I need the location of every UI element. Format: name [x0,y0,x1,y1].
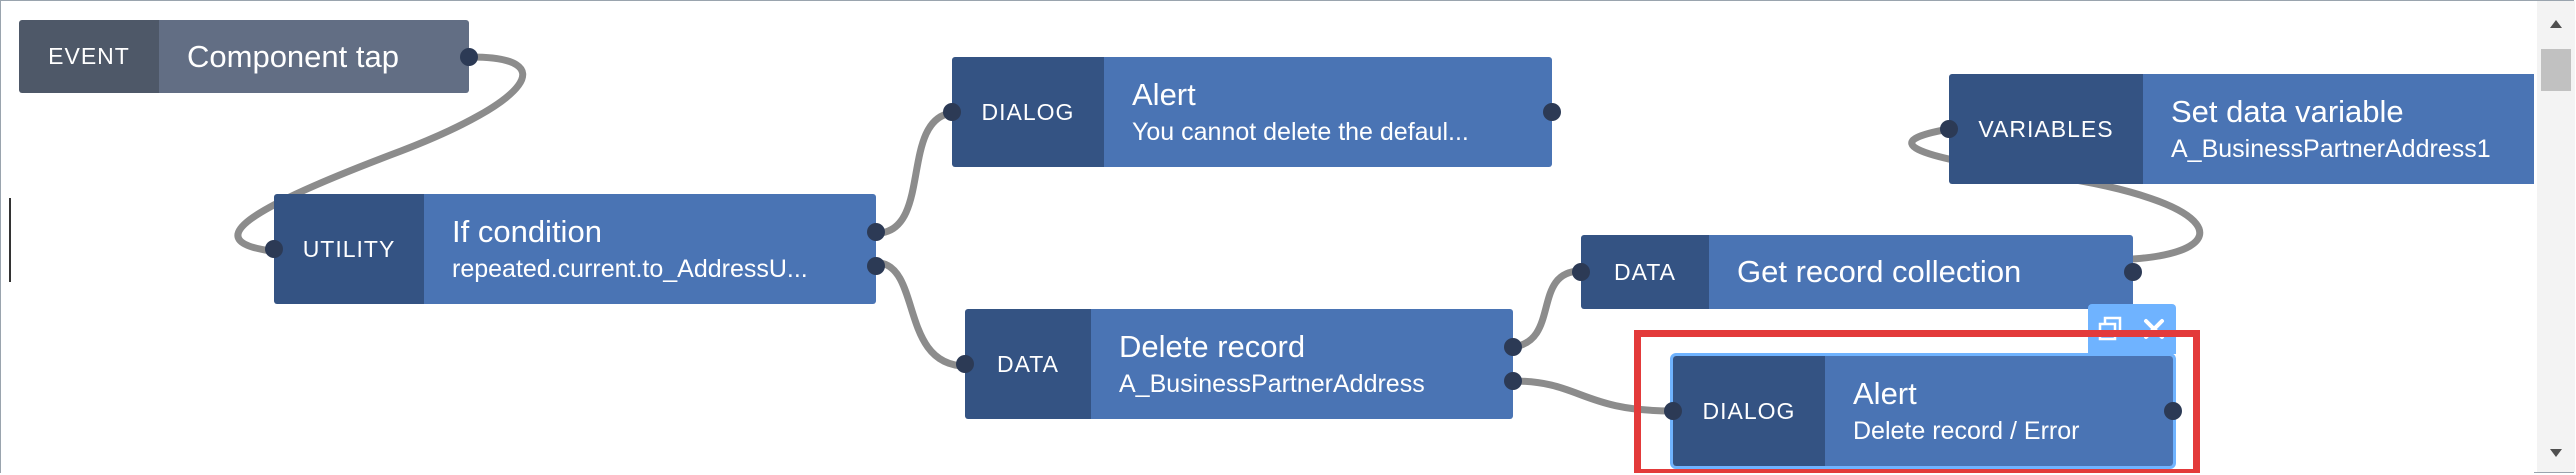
dialog-alert-input-port[interactable] [943,103,961,121]
dialog-alert-node-type: DIALOG [952,57,1104,167]
dialog-alert-node-subtitle: You cannot delete the defaul... [1132,118,1469,146]
wire-utility-to-delete [877,259,970,370]
utility-node-title: If condition [452,214,602,249]
delete-record-node[interactable]: DATA Delete record A_BusinessPartnerAddr… [956,309,1522,419]
utility-node-body: If condition repeated.current.to_Address… [424,194,876,304]
set-data-variable-node-type: VARIABLES [1949,74,2143,184]
utility-node[interactable]: UTILITY If condition repeated.current.to… [265,194,885,304]
dialog-alert-node-title: Alert [1132,77,1196,112]
delete-record-input-port[interactable] [956,355,974,373]
set-data-variable-node-subtitle: A_BusinessPartnerAddress1 [2171,135,2491,163]
utility-input-port[interactable] [265,240,283,258]
event-node-title: Component tap [187,38,399,74]
delete-record-node-subtitle: A_BusinessPartnerAddress [1119,370,1425,398]
text-caret [9,198,11,282]
event-node-body: Component tap [159,20,469,93]
vertical-scrollbar[interactable] [2537,1,2575,472]
get-record-collection-node-body: Get record collection [1709,235,2133,309]
dialog-alert-node[interactable]: DIALOG Alert You cannot delete the defau… [943,57,1561,167]
get-record-collection-node-type: DATA [1581,235,1709,309]
wire-utility-to-dialog [877,109,955,237]
get-record-collection-node-title: Get record collection [1737,254,2022,289]
set-data-variable-input-port[interactable] [1940,120,1958,138]
delete-record-node-title: Delete record [1119,329,1306,364]
set-data-variable-node-body: Set data variable A_BusinessPartnerAddre… [2143,74,2534,184]
arrow-down-icon[interactable] [2537,438,2575,468]
get-record-collection-input-port[interactable] [1572,263,1590,281]
delete-record-output-port-success[interactable] [1504,338,1522,356]
selection-highlight-box [1634,330,2200,473]
utility-output-port-true[interactable] [867,223,885,241]
delete-record-output-port-error[interactable] [1504,372,1522,390]
arrow-up-icon[interactable] [2537,9,2575,39]
event-node[interactable]: EVENT Component tap [19,20,478,93]
event-output-port[interactable] [460,47,478,66]
logic-canvas[interactable]: EVENT Component tap UTILITY If condition… [1,1,2534,473]
event-node-type: EVENT [19,20,159,93]
set-data-variable-node-title: Set data variable [2171,94,2404,129]
get-record-collection-node[interactable]: DATA Get record collection [1572,235,2142,309]
utility-output-port-false[interactable] [867,257,885,275]
set-data-variable-node[interactable]: VARIABLES Set data variable A_BusinessPa… [1940,74,2534,184]
dialog-alert-output-port[interactable] [1543,103,1561,121]
dialog-alert-node-body: Alert You cannot delete the defaul... [1104,57,1552,167]
utility-node-type: UTILITY [274,194,424,304]
wire-delete-to-getcollection [1509,267,1585,351]
delete-record-node-body: Delete record A_BusinessPartnerAddress [1091,309,1513,419]
get-record-collection-output-port[interactable] [2124,263,2142,281]
utility-node-subtitle: repeated.current.to_AddressU... [452,255,808,283]
delete-record-node-type: DATA [965,309,1091,419]
scrollbar-thumb[interactable] [2541,49,2571,91]
